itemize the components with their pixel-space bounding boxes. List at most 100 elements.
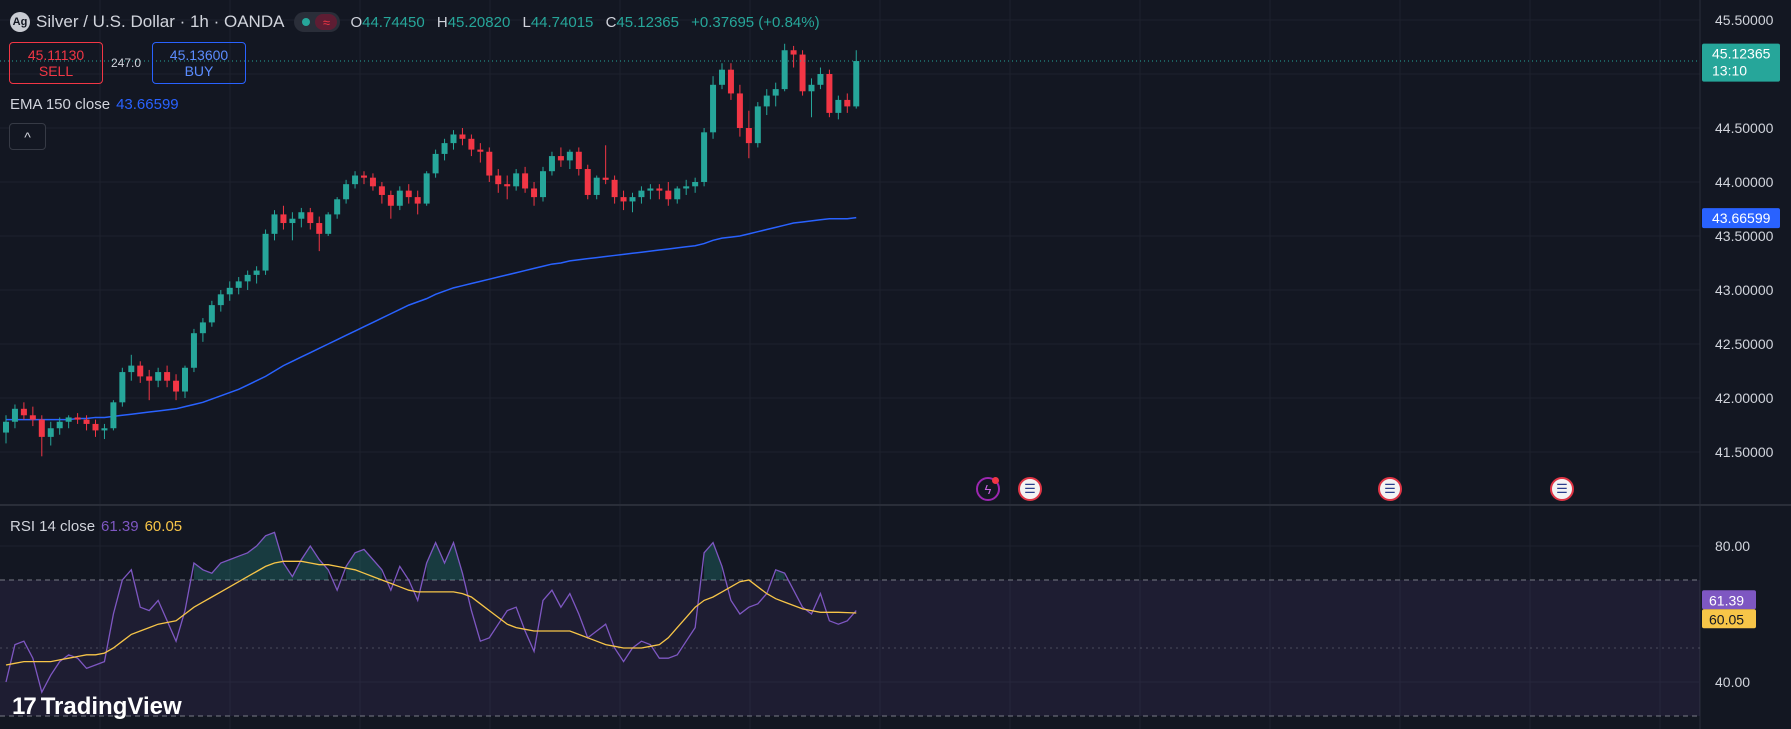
ohlc-open: 44.74450 bbox=[362, 13, 425, 31]
tradingview-brand: TradingView bbox=[40, 693, 182, 720]
ema-legend-label: EMA 150 close bbox=[10, 96, 111, 113]
candle-body bbox=[593, 177, 600, 195]
candle-body bbox=[65, 417, 72, 422]
candle-body bbox=[638, 190, 645, 198]
symbol-title[interactable]: Silver / U.S. Dollar · 1h · OANDA bbox=[36, 12, 284, 32]
candle-body bbox=[190, 333, 197, 368]
candle-body bbox=[289, 218, 296, 224]
ohlc-values: O44.74450 H45.20820 L44.74015 C45.12365 … bbox=[350, 14, 827, 31]
candle-body bbox=[853, 61, 860, 107]
delay-icon: ≈ bbox=[315, 14, 338, 30]
buy-label: BUY bbox=[184, 63, 214, 79]
candle-body bbox=[414, 197, 421, 204]
candle-body bbox=[674, 188, 681, 200]
rsi-overbought-fill bbox=[426, 542, 463, 580]
candle-body bbox=[531, 188, 538, 198]
ohlc-change: +0.37695 (+0.84%) bbox=[691, 13, 820, 31]
candle-body bbox=[557, 156, 564, 161]
ohlc-low-key: L bbox=[522, 13, 531, 31]
candle-body bbox=[244, 274, 251, 282]
tradingview-logo-icon: 17 bbox=[12, 693, 37, 720]
candle-body bbox=[101, 428, 108, 431]
candle-body bbox=[459, 134, 466, 139]
rsi-legend-label: RSI 14 close bbox=[10, 518, 96, 535]
price-tick-label: 43.50000 bbox=[1715, 228, 1774, 244]
candle-body bbox=[629, 197, 636, 202]
lightning-icon[interactable]: ϟ bbox=[976, 477, 1000, 501]
ohlc-low: 44.74015 bbox=[530, 13, 594, 31]
ema-legend-value: 43.66599 bbox=[116, 96, 179, 113]
price-axis[interactable]: 45.5000045.0000044.5000044.0000043.50000… bbox=[1702, 12, 1780, 690]
notification-dot bbox=[992, 477, 999, 484]
candle-body bbox=[298, 212, 305, 219]
candle-body bbox=[110, 402, 117, 429]
candle-body bbox=[378, 186, 385, 195]
candle-body bbox=[763, 95, 770, 107]
candle-body bbox=[486, 151, 493, 176]
candle-body bbox=[155, 372, 162, 381]
ema-legend[interactable]: EMA 150 close 43.66599 bbox=[10, 96, 179, 113]
chart-canvas[interactable]: 45.5000045.0000044.5000044.0000043.50000… bbox=[0, 0, 1791, 729]
market-open-icon bbox=[302, 18, 311, 26]
collapse-legend-button[interactable]: ^ bbox=[9, 123, 46, 150]
candle-body bbox=[754, 106, 761, 144]
candle-body bbox=[217, 294, 224, 306]
candle-body bbox=[83, 419, 90, 424]
candle-body bbox=[522, 173, 529, 189]
rsi-overbought-fill bbox=[704, 542, 722, 580]
spread-value: 247.0 bbox=[111, 56, 142, 70]
candle-body bbox=[710, 84, 717, 133]
us-flag-icon[interactable]: ☰ bbox=[1378, 477, 1402, 501]
status-indicators[interactable]: ≈ bbox=[294, 12, 341, 32]
rsi-band bbox=[0, 580, 1700, 716]
sell-label: SELL bbox=[38, 63, 74, 79]
sell-button[interactable]: 45.11130 SELL bbox=[9, 42, 103, 84]
candle-body bbox=[3, 421, 9, 433]
candle-body bbox=[164, 372, 171, 381]
candle-body bbox=[468, 138, 475, 150]
rsi-pane bbox=[0, 531, 1700, 717]
us-flag-icon[interactable]: ☰ bbox=[1550, 477, 1574, 501]
sell-price: 45.11130 bbox=[27, 47, 85, 63]
candle-body bbox=[665, 190, 672, 200]
candle-body bbox=[47, 428, 54, 437]
tradingview-logo[interactable]: 17 TradingView bbox=[12, 693, 182, 721]
candle-body bbox=[316, 223, 323, 234]
candle-body bbox=[504, 184, 511, 187]
candle-body bbox=[137, 365, 144, 377]
candle-body bbox=[477, 149, 484, 152]
candle-body bbox=[781, 50, 788, 90]
candle-body bbox=[584, 169, 591, 195]
price-tick-label: 44.00000 bbox=[1715, 174, 1774, 190]
candle-body bbox=[325, 214, 332, 234]
candle-body bbox=[772, 89, 779, 96]
candle-body bbox=[56, 421, 63, 429]
ohlc-close: 45.12365 bbox=[616, 13, 679, 31]
price-tick-label: 44.50000 bbox=[1715, 120, 1774, 136]
ohlc-high: 45.20820 bbox=[447, 13, 511, 31]
ema-series bbox=[6, 216, 857, 421]
candle-body bbox=[271, 214, 278, 234]
candle-body bbox=[647, 188, 654, 191]
candle-body bbox=[495, 175, 502, 185]
rsi-legend-value: 61.39 bbox=[101, 518, 139, 535]
rsi-legend[interactable]: RSI 14 close 61.39 60.05 bbox=[10, 518, 182, 535]
price-tag-countdown: 13:10 bbox=[1712, 63, 1747, 79]
candle-body bbox=[307, 212, 314, 224]
ohlc-high-key: H bbox=[436, 13, 448, 31]
candle-body bbox=[548, 156, 555, 172]
candle-body bbox=[423, 173, 430, 204]
candle-body bbox=[602, 177, 609, 180]
ohlc-close-key: C bbox=[605, 13, 617, 31]
us-flag-icon[interactable]: ☰ bbox=[1018, 477, 1042, 501]
candle-body bbox=[727, 69, 734, 94]
candle-body bbox=[835, 99, 842, 113]
candle-body bbox=[387, 194, 394, 206]
candle-body bbox=[441, 143, 448, 154]
candle-body bbox=[808, 84, 815, 92]
candle-body bbox=[235, 281, 242, 288]
candle-body bbox=[826, 74, 833, 113]
buy-button[interactable]: 45.13600 BUY bbox=[152, 42, 246, 84]
candle-body bbox=[182, 367, 188, 392]
ema-tag-value: 43.66599 bbox=[1712, 210, 1771, 226]
